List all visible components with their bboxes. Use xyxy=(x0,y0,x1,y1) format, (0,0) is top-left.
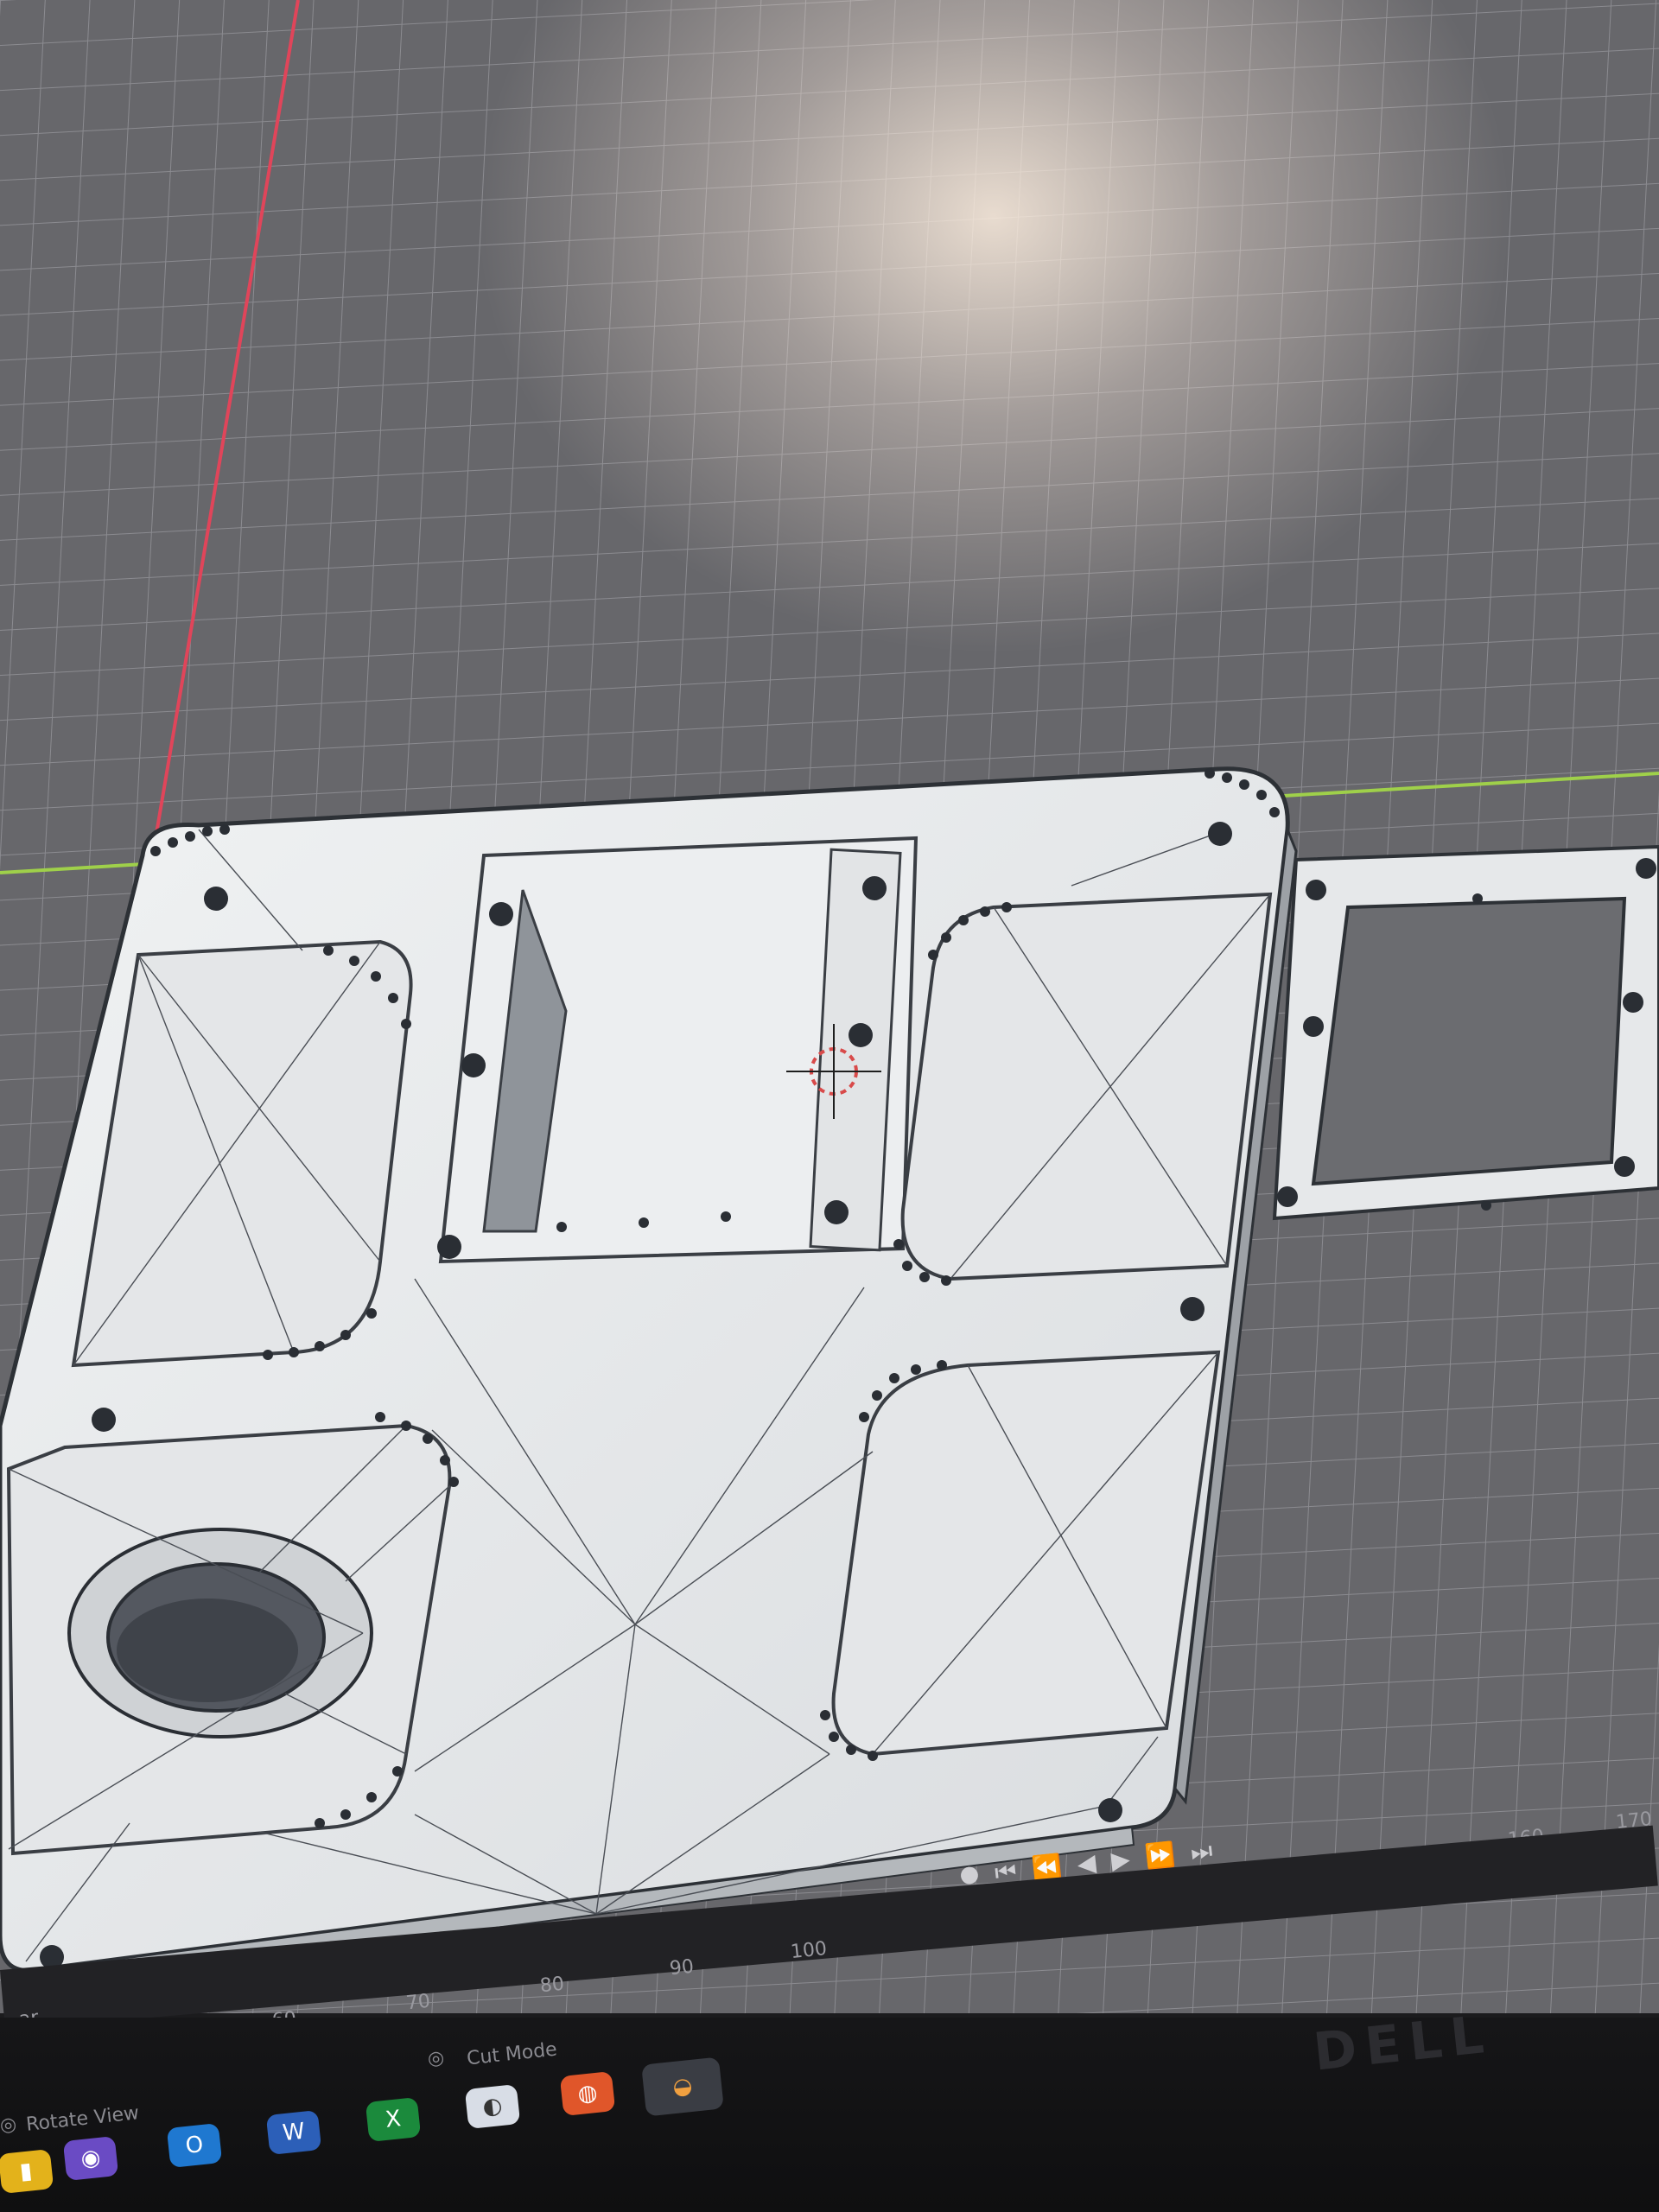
pocket-bottom-right xyxy=(831,1350,1221,1757)
jump-end-icon[interactable]: ⏭ xyxy=(1189,1836,1214,1867)
app-icon-5[interactable]: X xyxy=(365,2096,422,2143)
timeline-tick: 100 xyxy=(789,1937,829,1964)
cut-mode-hint: Cut Mode xyxy=(465,2038,558,2070)
app-icon-2[interactable]: ◉ xyxy=(62,2135,119,2182)
app-icon-7[interactable]: ◍ xyxy=(559,2070,616,2117)
mouse-icon: ◎ xyxy=(0,2114,17,2136)
3d-viewport[interactable]: ● ⏮ ⏪ ◀ ▶ ⏩ ⏭ 110 120 130 140 150 160 17… xyxy=(0,0,1659,2212)
timeline-tick: 70 xyxy=(404,1990,432,2015)
hole-depth xyxy=(117,1599,298,1702)
app-icon-8[interactable]: ◒ xyxy=(641,2056,724,2117)
app-icon-1[interactable]: ▮ xyxy=(0,2148,54,2195)
mouse-icon: ◎ xyxy=(428,2048,445,2069)
timeline-tick: 90 xyxy=(668,1955,696,1980)
app-icon-6[interactable]: ◐ xyxy=(464,2083,521,2130)
app-icon-3[interactable]: O xyxy=(166,2122,223,2169)
pocket-top-right xyxy=(900,892,1273,1281)
rotate-view-hint: Rotate View xyxy=(25,2102,141,2136)
timeline-tick: 80 xyxy=(538,1973,566,1998)
app-icon-4[interactable]: W xyxy=(265,2109,322,2156)
side-frame-opening xyxy=(1311,896,1627,1186)
